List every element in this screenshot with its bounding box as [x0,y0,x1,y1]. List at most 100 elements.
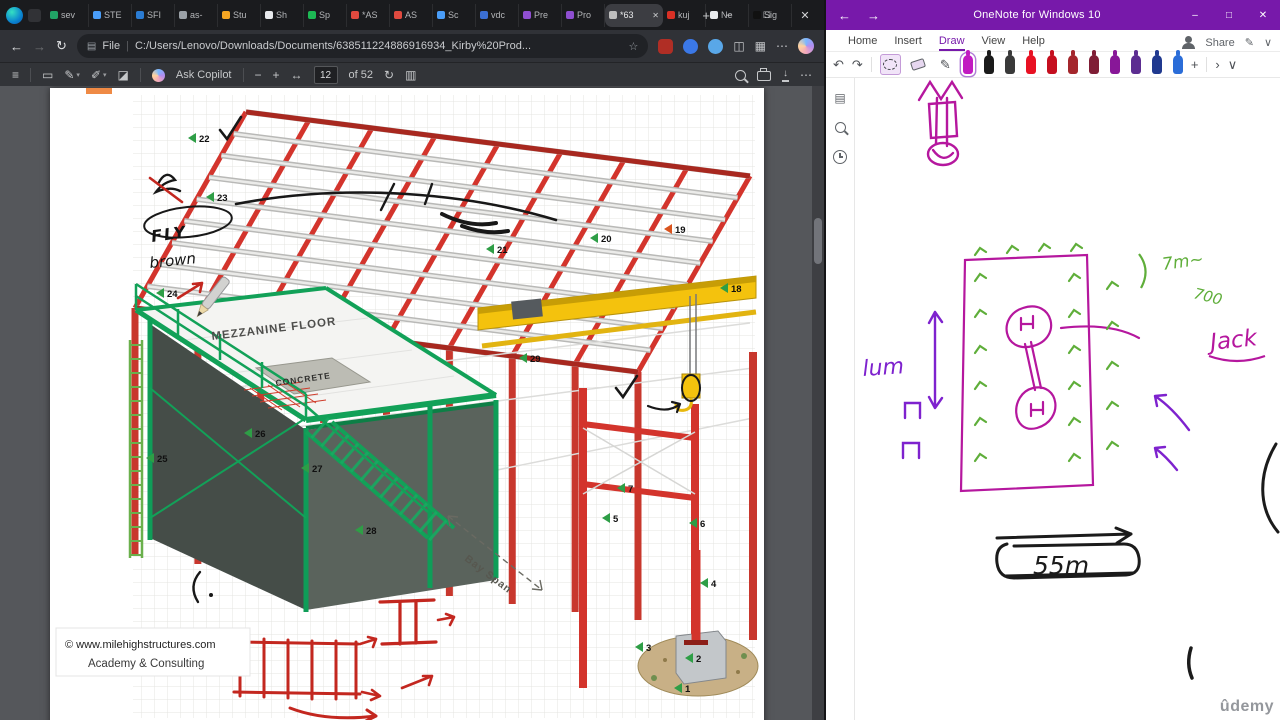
minimize-button[interactable]: – [1178,10,1212,21]
ink-canvas: lum Jack 7m~ 700 55m [862,79,1280,680]
browser-tab[interactable]: kuj [663,3,706,27]
page-view-button[interactable]: ▥ [405,68,416,82]
ink-pen[interactable] [962,50,973,74]
address-separator: | [126,40,129,52]
gallery-scroll-right-icon[interactable]: › [1215,57,1219,72]
ink-pen[interactable] [983,50,994,74]
page-number-input[interactable]: 12 [313,66,338,84]
tab-insert[interactable]: Insert [894,35,922,51]
add-pen-button[interactable]: + [1191,57,1199,72]
svg-text:25: 25 [157,454,168,465]
ink-pen[interactable] [1109,50,1120,74]
highlight-tool-button[interactable]: ✐ ▾ [91,68,107,82]
ask-copilot-button[interactable]: Ask Copilot [176,69,232,81]
browser-tab[interactable]: *AS [347,3,390,27]
tab-view[interactable]: View [982,35,1006,51]
ink-pen[interactable] [1130,50,1141,74]
maximize-button[interactable]: □ [1212,10,1246,21]
browser-tab[interactable]: Pro [562,3,605,27]
favorite-star-icon[interactable]: ☆ [628,40,638,53]
pdf-scrollbar[interactable] [812,86,824,720]
undo-button[interactable]: ↶ [833,57,844,73]
refresh-button[interactable]: ↻ [56,38,67,54]
browser-tab[interactable]: as- [175,3,218,27]
pen-mode-icon[interactable]: ✎ [1245,36,1254,49]
print-icon[interactable] [757,68,771,81]
zoom-in-button[interactable]: + [273,68,280,82]
save-icon[interactable]: ↓ [782,68,789,82]
forward-button[interactable]: → [867,8,880,23]
ink-green-purlin-ticks [973,242,1120,463]
browser-tab[interactable]: AS [390,3,433,27]
minimize-button[interactable]: – [710,0,748,30]
browser-tab[interactable]: SFI [132,3,175,27]
more-options-icon[interactable]: ⋯ [800,68,812,82]
back-button[interactable]: ← [10,39,23,54]
extension-icon-blue[interactable] [683,38,699,54]
copilot-icon[interactable] [798,38,814,54]
back-button[interactable]: ← [838,8,851,23]
browser-tab[interactable]: Stu [218,3,261,27]
toc-button[interactable]: ≡ [12,68,19,82]
tab-home[interactable]: Home [848,35,877,51]
share-button[interactable]: Share [1205,37,1234,49]
search-icon[interactable] [834,122,846,133]
collections-icon[interactable]: ▦ [755,39,766,53]
browser-tab[interactable]: Pre [519,3,562,27]
select-tool-button[interactable]: ▭ [42,68,53,82]
address-bar[interactable]: ▤ File | C:/Users/Lenovo/Downloads/Docum… [76,34,649,58]
zoom-out-button[interactable]: − [255,68,262,82]
rotate-button[interactable]: ↻ [384,68,394,82]
browser-tab[interactable]: Sc [433,3,476,27]
eraser-tool[interactable] [909,55,928,74]
browser-tabs: sev STE SFI as- Stu Sh Sp *AS AS Sc vdc Pre Pro *63 ✕ k… [46,0,792,30]
gallery-expand-icon[interactable]: ∨ [1228,57,1238,73]
close-button[interactable]: ✕ [786,0,824,30]
draw-with-mouse-tool[interactable]: ✎ [936,55,955,74]
ink-pen[interactable] [1046,50,1057,74]
browser-tab[interactable]: sev [46,3,89,27]
draw-tool-button[interactable]: ✎ ▾ [64,68,80,82]
ink-pen[interactable] [1088,50,1099,74]
note-canvas[interactable]: lum Jack 7m~ 700 55m ûdemy [855,78,1280,720]
forward-button[interactable]: → [33,39,46,54]
svg-text:28: 28 [366,526,377,537]
ribbon-collapse-icon[interactable]: ∨ [1264,36,1272,49]
address-scheme: File [102,40,121,52]
browser-tab[interactable]: Sp [304,3,347,27]
browser-tab[interactable]: Sh [261,3,304,27]
tab-favicon [523,11,531,19]
ink-pen[interactable] [1172,50,1183,74]
extension-icon-sky[interactable] [708,38,724,54]
new-tab-button[interactable]: + [702,8,710,23]
tab-actions-icon[interactable] [28,8,41,22]
tab-help[interactable]: Help [1022,35,1045,51]
browser-tab[interactable]: STE [89,3,132,27]
ink-pen[interactable] [1067,50,1078,74]
edge-logo-icon[interactable] [6,6,23,24]
fit-width-button[interactable]: ↔ [291,68,303,82]
more-menu-icon[interactable]: ⋯ [776,39,788,53]
split-screen-icon[interactable]: ◫ [733,39,744,53]
redo-button[interactable]: ↷ [852,57,863,73]
ink-pen[interactable] [1151,50,1162,74]
browser-tab[interactable]: *63 ✕ [605,3,663,27]
tab-close-icon[interactable]: ✕ [652,11,659,20]
notebooks-icon[interactable]: ▤ [834,91,845,105]
search-icon[interactable] [735,69,746,81]
ink-pen[interactable] [1004,50,1015,74]
scrollbar-thumb[interactable] [814,218,822,264]
ublock-extension-icon[interactable] [658,38,674,54]
tab-draw[interactable]: Draw [938,35,965,51]
ink-pen[interactable] [1025,50,1036,74]
maximize-button[interactable]: □ [748,0,786,30]
erase-tool-button[interactable]: ◪ [118,68,129,82]
ink-edge-curve [1261,442,1280,534]
recent-notes-icon[interactable] [833,150,847,164]
browser-tab[interactable]: vdc [476,3,519,27]
close-button[interactable]: ✕ [1246,10,1280,21]
tab-favicon [50,11,58,19]
lasso-select-tool[interactable] [879,54,901,75]
tab-favicon [394,11,402,19]
pdf-toolbar: ≡ ▭ ✎ ▾ ✐ ▾ ◪ Ask Copilot − + ↔ 12 of 52… [0,63,824,88]
